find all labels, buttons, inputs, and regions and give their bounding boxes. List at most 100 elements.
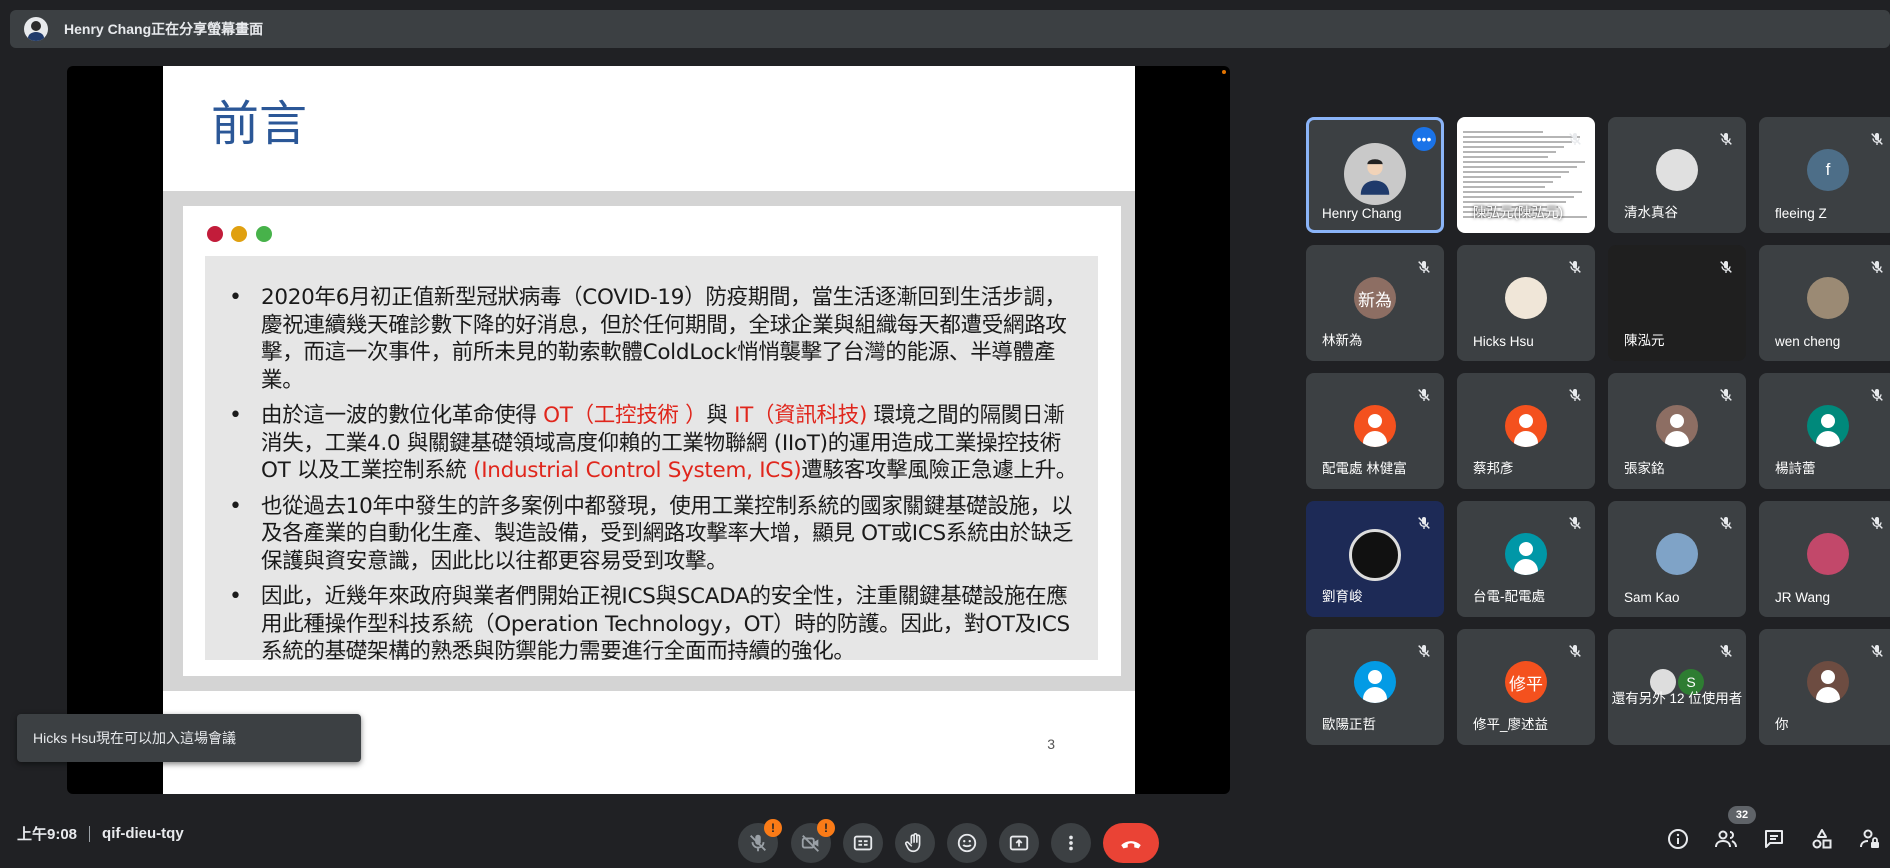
muted-mic-icon: [1567, 387, 1583, 403]
bullet-text: 也從過去10年中發生的許多案例中都發現，使用工業控制系統的國家關鍵基礎設施，以及…: [261, 493, 1074, 574]
slide-title: 前言: [211, 96, 308, 152]
profile-photo: [1344, 143, 1406, 205]
participant-tile[interactable]: wen cheng: [1759, 245, 1890, 361]
participant-tile[interactable]: 蔡邦彥: [1457, 373, 1595, 489]
person-avatar-icon: [1354, 661, 1396, 703]
participant-tile[interactable]: f fleeing Z: [1759, 117, 1890, 233]
emoji-button[interactable]: [947, 823, 987, 863]
captions-button[interactable]: [843, 823, 883, 863]
slide-bullet: 2020年6月初正值新型冠狀病毒（COVID-19）防疫期間，當生活逐漸回到生活…: [221, 284, 1080, 394]
meeting-info-button[interactable]: [1662, 823, 1694, 855]
participant-name: Sam Kao: [1624, 590, 1680, 605]
slide-bullet: 因此，近幾年來政府與業者們開始正視ICS與SCADA的安全性，注重關鍵基礎設施在…: [221, 583, 1080, 666]
leave-call-button[interactable]: [1103, 823, 1159, 863]
participant-tile[interactable]: 清水真谷: [1608, 117, 1746, 233]
slide-content: 2020年6月初正值新型冠狀病毒（COVID-19）防疫期間，當生活逐漸回到生活…: [205, 256, 1098, 664]
info-icon: [1668, 829, 1688, 849]
host-controls-button[interactable]: [1854, 823, 1886, 855]
person-avatar-icon: [1354, 405, 1396, 447]
participant-tile[interactable]: 修平 修平_廖述益: [1457, 629, 1595, 745]
tile-more-options-button[interactable]: •••: [1412, 127, 1436, 151]
mic-button[interactable]: !: [738, 819, 782, 863]
muted-mic-icon: [1869, 643, 1885, 659]
person-avatar-icon: [1807, 661, 1849, 703]
more-vert-icon: [1069, 835, 1073, 851]
activities-icon: [1812, 829, 1832, 849]
present-screen-icon: [1009, 835, 1029, 851]
participant-tile[interactable]: 歐陽正哲: [1306, 629, 1444, 745]
participant-tile[interactable]: 張家銘: [1608, 373, 1746, 489]
muted-mic-icon: [1718, 643, 1734, 659]
participant-tile[interactable]: 劉育峻: [1306, 501, 1444, 617]
participant-tile[interactable]: 你: [1759, 629, 1890, 745]
meeting-code: qif-dieu-tqy: [102, 825, 184, 842]
person-avatar-icon: [1505, 405, 1547, 447]
participant-name: 修平_廖述益: [1473, 717, 1549, 732]
camera-warning-badge: !: [817, 819, 835, 837]
hand-icon: [905, 833, 921, 853]
participant-name: 清水真谷: [1624, 205, 1678, 220]
chat-icon: [1765, 830, 1783, 848]
participant-tile[interactable]: ••• Henry Chang: [1306, 117, 1444, 233]
present-button[interactable]: [999, 823, 1039, 863]
emoji-icon: [957, 833, 977, 853]
participant-tile[interactable]: 陳弘元(陳弘元): [1457, 117, 1595, 233]
participant-tile[interactable]: 台電-配電處: [1457, 501, 1595, 617]
chat-button[interactable]: [1758, 823, 1790, 855]
presenter-text: Henry Chang正在分享螢幕畫面: [64, 21, 264, 37]
avatar-initials: f: [1807, 149, 1849, 191]
profile-photo: [1505, 277, 1547, 319]
meeting-details: 上午9:08 qif-dieu-tqy: [17, 823, 184, 844]
profile-photo: [1656, 533, 1698, 575]
more-options-button[interactable]: [1051, 823, 1091, 863]
participant-tile[interactable]: JR Wang: [1759, 501, 1890, 617]
muted-mic-icon: [1416, 387, 1432, 403]
participant-name: 楊詩蕾: [1775, 461, 1816, 476]
camera-off-icon: [801, 835, 819, 852]
person-avatar-icon: [1656, 405, 1698, 447]
participant-tile[interactable]: Hicks Hsu: [1457, 245, 1595, 361]
camera-button[interactable]: !: [791, 819, 835, 863]
people-button[interactable]: [1710, 823, 1742, 855]
participant-tile[interactable]: S 還有另外 12 位使用者: [1608, 629, 1746, 745]
obs-logo-icon: [1349, 529, 1401, 581]
red-dot-icon: [207, 226, 223, 242]
activities-button[interactable]: [1806, 823, 1838, 855]
muted-mic-icon: [1567, 643, 1583, 659]
profile-photo: [1807, 533, 1849, 575]
muted-mic-icon: [1869, 131, 1885, 147]
screen-share-view[interactable]: 前言 2020年6月初正值新型冠狀病毒（COVID-19）防疫期間，當生活逐漸回…: [67, 66, 1230, 794]
participant-tile[interactable]: 陳泓元: [1608, 245, 1746, 361]
divider: [89, 825, 91, 842]
highlighted-text: OT（工控技術 ）: [543, 403, 707, 428]
avatar-initials: 新為: [1354, 277, 1396, 319]
muted-mic-icon: [1718, 131, 1734, 147]
participant-tile[interactable]: 新為林新為: [1306, 245, 1444, 361]
bullet-text: 遭駭客攻擊風險正急遽上升。: [801, 458, 1077, 483]
mic-warning-badge: !: [764, 819, 782, 837]
participant-name: 蔡邦彥: [1473, 461, 1514, 476]
participant-tile[interactable]: Sam Kao: [1608, 501, 1746, 617]
yellow-dot-icon: [231, 226, 247, 242]
participant-name: JR Wang: [1775, 590, 1831, 605]
muted-mic-icon: [1718, 387, 1734, 403]
captions-icon: [853, 835, 873, 851]
muted-mic-icon: [1567, 259, 1583, 275]
participant-tile[interactable]: 楊詩蕾: [1759, 373, 1890, 489]
muted-mic-icon: [1416, 643, 1432, 659]
raise-hand-button[interactable]: [895, 823, 935, 863]
participant-tile[interactable]: 配電處 林健富: [1306, 373, 1444, 489]
slide-page-number: 3: [1047, 736, 1055, 752]
muted-mic-icon: [1416, 515, 1432, 531]
participant-name: 你: [1775, 717, 1789, 732]
green-dot-icon: [256, 226, 272, 242]
participant-name: 林新為: [1322, 333, 1363, 348]
hangup-icon: [1121, 841, 1141, 849]
bullet-text: 由於這一波的數位化革命使得: [261, 403, 544, 428]
participant-name: 陳泓元: [1624, 333, 1665, 348]
muted-mic-icon: [1718, 515, 1734, 531]
slide-bullet: 由於這一波的數位化革命使得 OT（工控技術 ）與 IT（資訊科技) 環境之間的隔…: [221, 402, 1080, 485]
participant-name: fleeing Z: [1775, 206, 1827, 221]
presenter-avatar: [24, 17, 48, 41]
muted-mic-icon: [1718, 259, 1734, 275]
